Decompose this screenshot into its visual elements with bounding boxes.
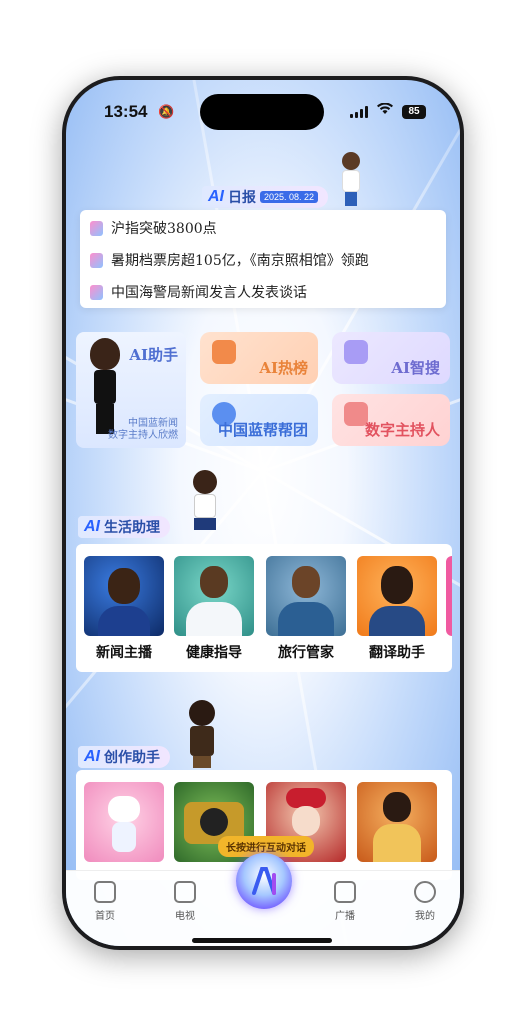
news-item[interactable]: 中国海警局新闻发言人发表谈话 <box>90 282 307 302</box>
news-text: 暑期档票房超105亿，《南京照相馆》领跑 <box>111 253 369 269</box>
phone-frame: 13:54 🔕 85 AI 日报 2025. 08. 22 沪指突破3800点 … <box>62 76 464 950</box>
create-assistant-tag: AI 创作助手 <box>78 746 170 768</box>
tile-ai-search[interactable]: AI智搜 <box>332 332 450 384</box>
news-bullet-icon <box>90 252 103 268</box>
life-section-title: 生活助理 <box>104 520 160 536</box>
search-icon <box>344 340 368 364</box>
tile-help-team[interactable]: 中国蓝帮帮团 <box>200 394 318 446</box>
home-doc-icon <box>94 881 116 903</box>
news-item[interactable]: 暑期档票房超105亿，《南京照相馆》领跑 <box>90 250 369 270</box>
ancient-girl-avatar[interactable] <box>357 782 437 862</box>
nav-label: 广播 <box>335 911 355 922</box>
app-screen: 13:54 🔕 85 AI 日报 2025. 08. 22 沪指突破3800点 … <box>66 80 460 946</box>
profile-icon <box>414 881 436 903</box>
news-card: 沪指突破3800点 暑期档票房超105亿，《南京照相馆》领跑 中国海警局新闻发言… <box>80 210 446 308</box>
ai-logo: AI <box>84 518 100 535</box>
ai-logo: AI <box>84 748 100 765</box>
battery-indicator: 85 <box>402 105 426 119</box>
health-guide-avatar <box>174 556 254 636</box>
mascot-figure <box>188 470 222 544</box>
nav-label: 首页 <box>95 911 115 922</box>
ai-center-button[interactable] <box>236 853 292 909</box>
assistant-subtitle-line2: 数字主持人欣燃 <box>108 430 178 441</box>
life-item-label: 翻译助手 <box>369 645 425 661</box>
tile-label: 数字主持人 <box>364 421 440 439</box>
travel-butler-avatar <box>266 556 346 636</box>
life-item-label: 新闻主播 <box>96 645 152 661</box>
ai-assistant-card[interactable]: AI助手 中国蓝新闻 数字主持人欣燃 <box>76 332 186 448</box>
ai-daily-date: 2025. 08. 22 <box>260 191 319 203</box>
ai-daily-tag: AI 日报 2025. 08. 22 <box>202 186 329 208</box>
mute-bell-icon: 🔕 <box>158 104 175 119</box>
translate-assistant-avatar <box>357 556 437 636</box>
tile-label: 中国蓝帮帮团 <box>217 421 308 439</box>
life-item-label: 健康指导 <box>186 645 242 661</box>
life-item-travel[interactable]: 旅行管家 <box>266 556 346 662</box>
assistant-subtitle: 中国蓝新闻 数字主持人欣燃 <box>108 418 178 442</box>
life-item-translate[interactable]: 翻译助手 <box>357 556 437 662</box>
tv-icon <box>174 881 196 903</box>
news-bullet-icon <box>90 220 103 236</box>
life-item-health[interactable]: 健康指导 <box>174 556 254 662</box>
tile-digital-host[interactable]: 数字主持人 <box>332 394 450 446</box>
ai-daily-title: 日报 <box>228 190 256 206</box>
news-text: 中国海警局新闻发言人发表谈话 <box>111 285 307 301</box>
news-bullet-icon <box>90 284 103 300</box>
hot-chart-icon <box>212 340 236 364</box>
bottom-nav: 首页 电视 广播 我的 <box>66 853 460 946</box>
life-item-news-anchor[interactable]: 新闻主播 <box>84 556 164 662</box>
status-time: 13:54 <box>104 102 148 121</box>
ai-logo-icon <box>252 867 276 895</box>
tile-ai-hot[interactable]: AI热榜 <box>200 332 318 384</box>
tile-label: AI智搜 <box>391 359 440 377</box>
wifi-icon <box>377 102 393 119</box>
news-item[interactable]: 沪指突破3800点 <box>90 218 217 238</box>
nav-label: 我的 <box>415 911 435 922</box>
status-bar: 13:54 🔕 85 <box>66 98 460 128</box>
nav-home[interactable]: 首页 <box>80 881 130 922</box>
home-indicator <box>192 938 332 943</box>
nav-tv[interactable]: 电视 <box>160 881 210 922</box>
signal-icon <box>350 106 370 118</box>
life-item-label: 旅行管家 <box>278 645 334 661</box>
news-text: 沪指突破3800点 <box>111 221 217 237</box>
assistant-subtitle-line1: 中国蓝新闻 <box>128 418 178 429</box>
assistant-title: AI助手 <box>129 346 178 364</box>
life-item-partial[interactable] <box>446 556 452 636</box>
nav-mine[interactable]: 我的 <box>400 881 450 922</box>
life-assistant-card: 新闻主播 健康指导 旅行管家 翻译助手 <box>76 544 452 672</box>
create-section-title: 创作助手 <box>104 750 160 766</box>
nav-radio[interactable]: 广播 <box>320 881 370 922</box>
nav-label: 电视 <box>175 911 195 922</box>
news-anchor-avatar <box>84 556 164 636</box>
ai-logo: AI <box>208 188 224 205</box>
life-assistant-tag: AI 生活助理 <box>78 516 170 538</box>
mascot-figure <box>336 152 366 206</box>
radio-icon <box>334 881 356 903</box>
mascot-figure <box>182 700 222 770</box>
tile-label: AI热榜 <box>259 359 308 377</box>
robot-avatar[interactable] <box>84 782 164 862</box>
